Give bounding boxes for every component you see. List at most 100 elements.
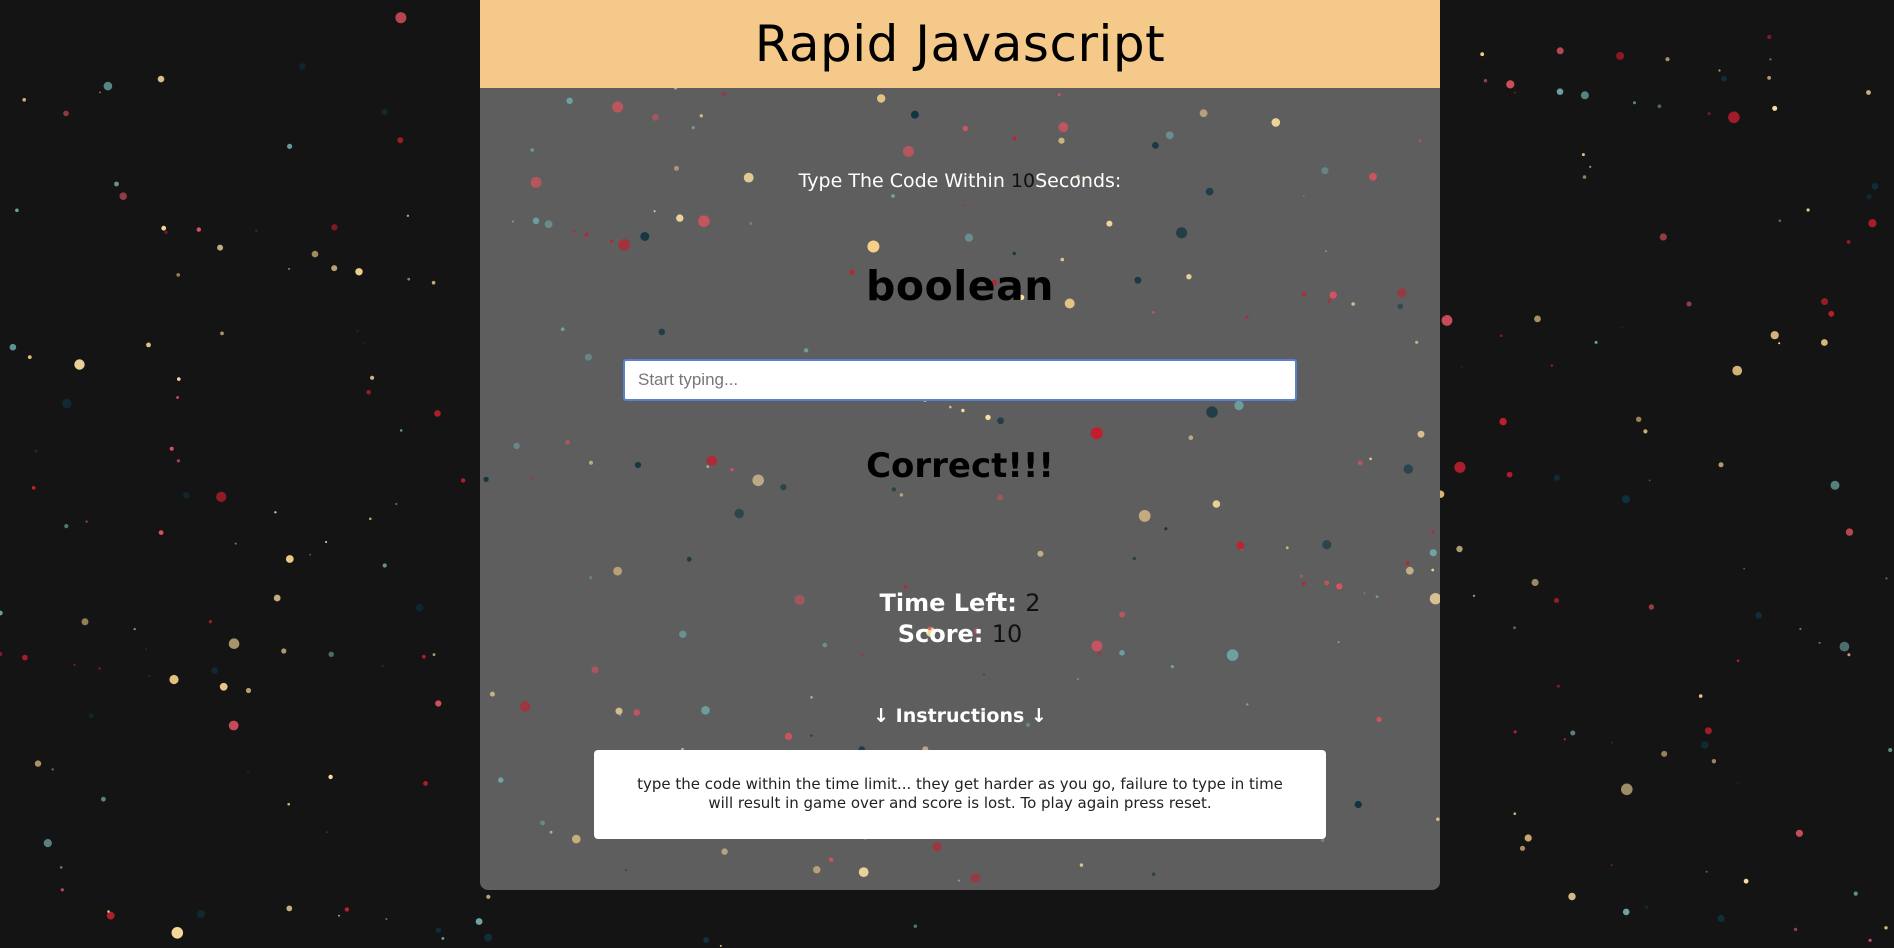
particle-dot [1418,139,1422,143]
particle-dot [158,530,164,535]
particle-dot [85,520,88,523]
particle-dot [1868,938,1872,942]
particle-dot [1621,326,1624,329]
particle-dot [970,873,981,884]
seconds-value: 10 [1010,170,1036,192]
particle-dot [1037,550,1044,557]
particle-dot [658,328,666,336]
particle-dot [572,834,581,844]
particle-dot [1524,834,1532,842]
particle-dot [1164,527,1168,531]
particle-dot [1506,471,1513,478]
particle-dot [867,240,880,253]
particle-dot [813,866,821,874]
particle-dot [22,654,28,661]
particle-dot [1718,462,1724,468]
particle-dot [1405,561,1410,565]
particle-dot [1767,76,1771,80]
particle-dot [719,944,722,947]
particle-dot [1324,580,1330,586]
particle-dot [228,720,239,731]
particle-dot [1057,93,1061,97]
particle-dot [274,511,277,514]
particle-dot [1436,817,1440,821]
particle-dot [1839,641,1850,652]
particle-dot [532,217,540,225]
particle-dot [489,691,495,697]
particle-dot [1499,417,1507,426]
particle-dot [703,937,710,943]
particle-dot [406,214,410,217]
header-bar: Rapid Javascript [480,0,1440,88]
particle-dot [749,222,753,225]
particle-dot [1721,75,1727,82]
particle-dot [309,553,312,556]
particle-dot [338,914,340,917]
particle-dot [964,204,966,207]
particle-dot [1454,461,1466,473]
score-value: 10 [991,620,1023,648]
particle-dot [1483,79,1488,83]
particle-dot [460,478,466,483]
particle-dot [171,927,184,939]
particle-dot [328,774,333,780]
particle-dot [1079,863,1084,867]
particle-dot [1460,366,1463,369]
particle-dot [64,524,69,529]
particle-dot [1271,118,1281,127]
particle-dot [1513,91,1516,94]
instructions-text: type the code within the time limit... t… [637,775,1283,812]
particle-dot [784,732,793,741]
game-panel: Rapid Javascript Type The Code Within 10… [480,0,1440,890]
particle-dot [591,666,599,674]
particle-dot [385,918,388,920]
time-left-label: Time Left: [879,589,1017,617]
particle-dot [1176,227,1188,239]
particle-dot [98,667,101,670]
particle-dot [1707,112,1711,116]
particle-dot [1152,311,1155,314]
particle-dot [1581,153,1585,157]
particle-dot [356,329,359,333]
particle-dot [101,796,106,802]
particle-dot [1665,57,1670,62]
particle-dot [589,576,593,580]
particle-dot [397,137,404,144]
particle-dot [273,594,281,602]
particle-dot [34,449,38,453]
particle-dot [1236,541,1245,550]
particle-dot [1415,340,1419,344]
particle-dot [1513,812,1517,815]
particle-dot [1711,759,1717,764]
particle-dot [1589,165,1592,168]
particle-dot [961,408,965,413]
particle-dot [176,273,180,277]
particle-dot [1732,365,1743,376]
particle-dot [59,866,63,869]
particle-dot [699,114,703,118]
particle-dot [1866,194,1872,200]
score-label: Score: [897,620,984,648]
particle-dot [1643,429,1648,434]
score-row: Score: 10 [480,619,1440,650]
particle-dot [287,802,291,806]
particle-dot [1441,315,1453,326]
particle-dot [1554,474,1560,481]
particle-dot [415,604,424,612]
particle-dot [858,867,869,877]
particle-dot [1556,88,1564,95]
particle-dot [1648,604,1655,610]
particle-dot [891,194,895,198]
particle-dot [625,869,627,871]
particle-dot [1828,310,1835,317]
particle-dot [106,911,115,920]
particle-dot [43,839,52,848]
particle-dot [60,888,64,892]
particle-dot [1845,528,1854,536]
particle-dot [331,265,338,272]
particle-dot [220,331,224,336]
word-input[interactable] [623,359,1297,401]
particle-dot [148,675,150,677]
current-word: boolean [866,262,1054,310]
particle-dot [1060,257,1065,262]
